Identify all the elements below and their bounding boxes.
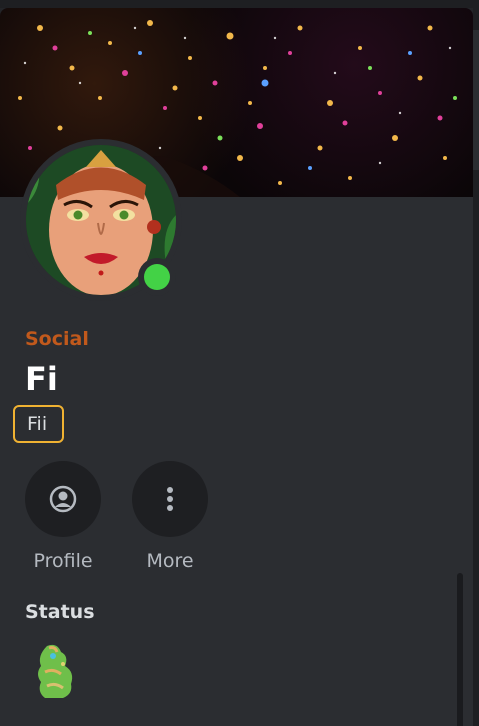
more-vertical-icon [167,487,173,511]
user-circle-icon [49,485,77,513]
status-section-title: Status [25,601,95,623]
display-name: Fi [25,360,58,398]
more-button[interactable] [132,461,208,537]
server-name: Social [25,328,89,350]
scrollbar[interactable] [457,573,463,726]
online-status-indicator [138,258,176,296]
more-button-label: More [146,550,194,572]
profile-button[interactable] [25,461,101,537]
window-right-edge [473,0,479,726]
profile-button-label: Profile [33,550,93,572]
window-top-strip [0,0,479,8]
green-creature-emoji-icon [33,642,79,700]
profile-panel: Social Fi Fii Profile More Status [0,8,473,726]
username-tag[interactable]: Fii [13,405,64,443]
